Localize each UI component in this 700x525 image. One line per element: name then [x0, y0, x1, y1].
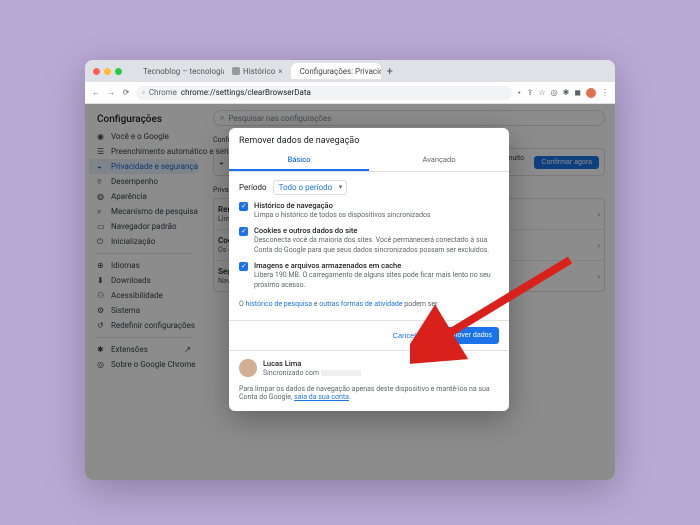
extension-icon[interactable]: ◎: [551, 88, 558, 97]
time-range-select[interactable]: Todo o período: [273, 180, 348, 195]
other-activity-link[interactable]: outras formas de atividade: [319, 300, 402, 308]
option-desc: Limpa o histórico de todos os dispositiv…: [254, 211, 431, 219]
sign-out-link[interactable]: saia da sua conta: [294, 393, 349, 401]
tab-advanced[interactable]: Avançado: [369, 150, 509, 171]
option-desc: Libera 190 MB. O carregamento de alguns …: [254, 271, 491, 289]
tab-settings[interactable]: Configurações: Privacidade e ×: [291, 63, 381, 79]
checkbox-checked-icon[interactable]: [239, 227, 248, 236]
back-icon[interactable]: ←: [91, 88, 101, 97]
dialog-body: Período Todo o período Histórico de nave…: [229, 172, 509, 320]
option-title: Cookies e outros dados do site: [254, 226, 499, 235]
url-host: Chrome: [149, 88, 177, 97]
reload-icon[interactable]: ⟳: [121, 88, 131, 97]
search-history-link[interactable]: histórico de pesquisa: [246, 300, 312, 308]
cancel-button[interactable]: Cancelar: [386, 327, 430, 344]
user-name: Lucas Lima: [263, 359, 301, 368]
option-title: Imagens e arquivos armazenados em cache: [254, 261, 499, 270]
window-maximize-icon[interactable]: [115, 68, 122, 75]
toolbar: ← → ⟳ ◦ Chrome chrome://settings/clearBr…: [85, 82, 615, 104]
dialog-footer-note: Para limpar os dados de navegação apenas…: [229, 385, 509, 411]
window-close-icon[interactable]: [93, 68, 100, 75]
dialog-actions: Cancelar Remover dados: [229, 320, 509, 350]
clear-data-button[interactable]: Remover dados: [436, 327, 499, 344]
new-tab-button[interactable]: +: [387, 65, 393, 78]
toolbar-extensions: ⋆ ⇪ ☆ ◎ ✱ ◼ ⋮: [517, 88, 609, 98]
forward-icon[interactable]: →: [106, 88, 116, 97]
clear-browsing-data-dialog: Remover dados de navegação Básico Avança…: [229, 128, 509, 411]
tab-basic[interactable]: Básico: [229, 150, 369, 171]
window-minimize-icon[interactable]: [104, 68, 111, 75]
activity-note: O histórico de pesquisa e outras formas …: [239, 296, 499, 312]
puzzle-icon[interactable]: ✱: [563, 88, 570, 97]
dialog-tabs: Básico Avançado: [229, 150, 509, 172]
browser-window: Tecnoblog – tecnologia que i × Histórico…: [85, 60, 615, 480]
tab-label: Histórico: [243, 67, 275, 76]
option-desc: Desconecta você da maioria dos sites. Vo…: [254, 236, 489, 254]
close-icon[interactable]: ×: [278, 67, 282, 76]
tab-label: Configurações: Privacidade e: [300, 67, 381, 76]
site-info-icon[interactable]: ◦: [142, 88, 145, 97]
window-titlebar: Tecnoblog – tecnologia que i × Histórico…: [85, 60, 615, 82]
news-icon[interactable]: ◼: [574, 88, 581, 97]
option-title: Histórico de navegação: [254, 201, 431, 210]
select-value: Todo o período: [279, 183, 333, 192]
option-browsing-history[interactable]: Histórico de navegaçãoLimpa o histórico …: [239, 201, 499, 220]
tab-historico[interactable]: Histórico ×: [226, 63, 289, 79]
tab-tecnoblog[interactable]: Tecnoblog – tecnologia que i ×: [134, 63, 224, 79]
user-avatar: [239, 359, 257, 377]
address-bar[interactable]: ◦ Chrome chrome://settings/clearBrowserD…: [136, 86, 512, 100]
bookmark-icon[interactable]: ☆: [539, 88, 546, 97]
extension-icon[interactable]: ⋆: [517, 88, 522, 97]
time-range-row: Período Todo o período: [239, 180, 499, 195]
profile-avatar[interactable]: [586, 88, 596, 98]
menu-icon[interactable]: ⋮: [601, 88, 609, 97]
checkbox-checked-icon[interactable]: [239, 202, 248, 211]
share-icon[interactable]: ⇪: [527, 88, 534, 97]
tab-label: Tecnoblog – tecnologia que i: [143, 67, 224, 76]
dialog-title: Remover dados de navegação: [229, 128, 509, 150]
url-path: chrome://settings/clearBrowserData: [181, 88, 311, 97]
option-cookies[interactable]: Cookies e outros dados do siteDesconecta…: [239, 226, 499, 255]
favicon-icon: [232, 67, 240, 75]
redacted-email: [321, 370, 361, 376]
browser-tabs: Tecnoblog – tecnologia que i × Histórico…: [134, 63, 607, 79]
option-cached-images[interactable]: Imagens e arquivos armazenados em cacheL…: [239, 261, 499, 290]
checkbox-checked-icon[interactable]: [239, 262, 248, 271]
period-label: Período: [239, 183, 267, 192]
synced-user-row: Lucas LimaSincronizado com: [229, 350, 509, 385]
user-sync-label: Sincronizado com: [263, 369, 319, 377]
